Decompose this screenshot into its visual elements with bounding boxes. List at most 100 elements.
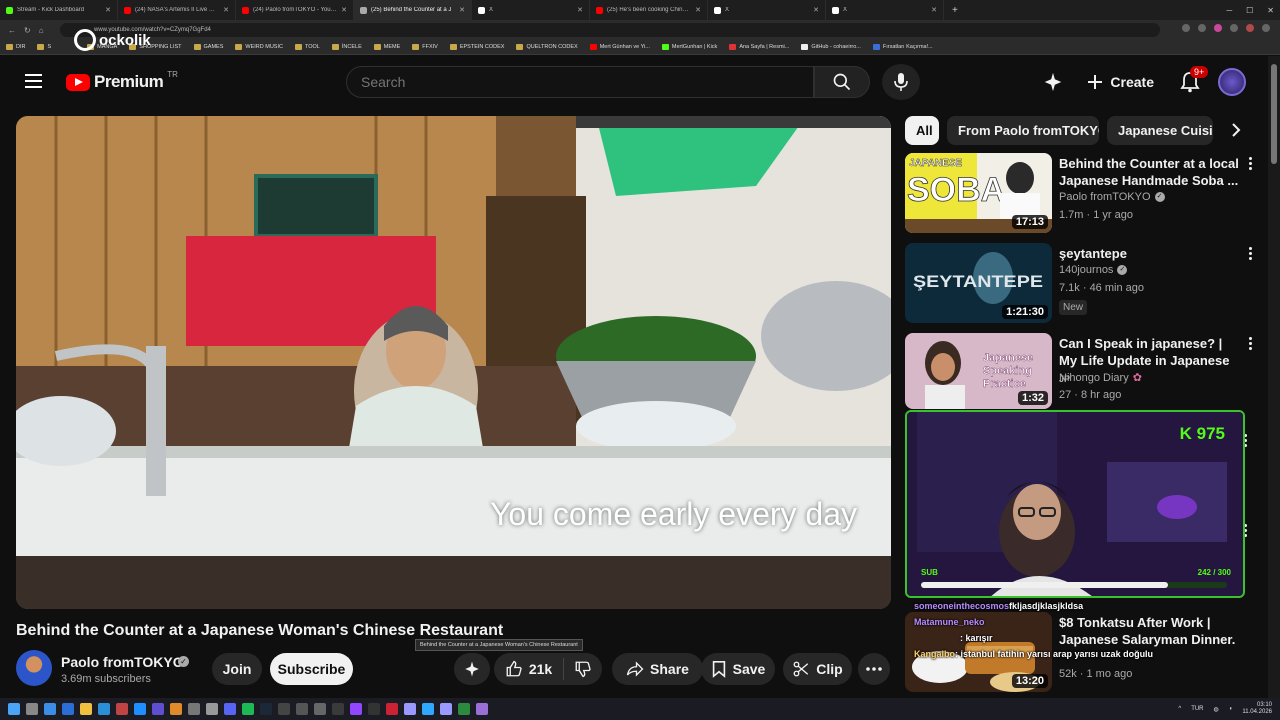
- back-icon[interactable]: ←: [8, 26, 16, 35]
- save-button[interactable]: Save: [701, 653, 775, 685]
- video-thumbnail[interactable]: ŞEYTANTEPE 1:21:30: [905, 243, 1052, 323]
- join-button[interactable]: Join: [212, 653, 262, 685]
- ask-ai-button[interactable]: [454, 653, 490, 685]
- chevron-right-icon[interactable]: [1226, 120, 1246, 140]
- extension-icon[interactable]: [1198, 24, 1206, 32]
- app-icon[interactable]: [188, 703, 200, 715]
- minimize-icon[interactable]: ─: [1226, 6, 1232, 15]
- windows-start-icon[interactable]: [8, 703, 20, 715]
- channel-avatar[interactable]: [16, 650, 52, 686]
- video-thumbnail[interactable]: Japanese Speaking Practice 1:32: [905, 333, 1052, 409]
- channel-line[interactable]: Nihongo Diary ✿: [1059, 371, 1142, 385]
- after-effects-icon[interactable]: [404, 703, 416, 715]
- recommended-video[interactable]: JAPANESE SOBA 17:13 Behind the Counter a…: [905, 153, 1267, 233]
- page-scrollbar[interactable]: [1268, 56, 1280, 698]
- video-player[interactable]: You come early every day: [16, 116, 891, 609]
- close-tab-icon[interactable]: ✕: [341, 6, 347, 14]
- bookmark-item[interactable]: S: [37, 44, 51, 50]
- bookmark-item[interactable]: TOOL: [294, 44, 320, 50]
- recommended-video[interactable]: ŞEYTANTEPE 1:21:30 şeytantepe 140journos…: [905, 243, 1267, 323]
- video-title[interactable]: $8 Tonkatsu After Work | Japanese Salary…: [1059, 614, 1239, 648]
- close-tab-icon[interactable]: ✕: [105, 6, 111, 14]
- like-button[interactable]: 21k: [494, 658, 564, 680]
- video-title[interactable]: şeytantepe: [1059, 245, 1239, 262]
- app-icon[interactable]: [206, 703, 218, 715]
- account-avatar[interactable]: [1218, 68, 1246, 96]
- reload-icon[interactable]: ↻: [24, 26, 31, 35]
- browser-tab[interactable]: (24) Paolo fromTOKYO - YouTube ✕: [236, 0, 354, 20]
- tray-chevron-icon[interactable]: ^: [1178, 706, 1181, 712]
- menu-icon[interactable]: [1262, 24, 1270, 32]
- app-icon[interactable]: [314, 703, 326, 715]
- recommended-video[interactable]: Japanese Speaking Practice 1:32 Can I Sp…: [905, 333, 1267, 409]
- app-icon[interactable]: [152, 703, 164, 715]
- voice-search-button[interactable]: [882, 64, 920, 100]
- bookmark-item[interactable]: EPSTEIN CODEX: [449, 44, 504, 50]
- close-tab-icon[interactable]: ✕: [931, 6, 937, 14]
- network-icon[interactable]: ◍: [1214, 706, 1219, 713]
- close-tab-icon[interactable]: ✕: [695, 6, 701, 14]
- spotify-icon[interactable]: [242, 703, 254, 715]
- chip-all[interactable]: All: [905, 116, 939, 145]
- bookmark-item[interactable]: Fırsatları Kaçırma!...: [872, 44, 933, 50]
- obs-icon[interactable]: [296, 703, 308, 715]
- extension-icon[interactable]: [1230, 24, 1238, 32]
- share-button[interactable]: Share: [612, 653, 703, 685]
- new-tab-button[interactable]: +: [944, 5, 966, 16]
- volume-icon[interactable]: ◖: [1229, 706, 1233, 712]
- search-button[interactable]: [814, 66, 870, 98]
- close-tab-icon[interactable]: ✕: [813, 6, 819, 14]
- bookmark-item[interactable]: WEIRD MUSIC: [235, 44, 283, 50]
- browser-icon[interactable]: [116, 703, 128, 715]
- browser-tab[interactable]: Stream - Kick Dashboard ✕: [0, 0, 118, 20]
- subscribe-button[interactable]: Subscribe: [270, 653, 353, 685]
- menu-icon[interactable]: [25, 74, 42, 88]
- app-icon[interactable]: [170, 703, 182, 715]
- browser-tab[interactable]: (25) He's been cooking Chinese fo ✕: [590, 0, 708, 20]
- chip-from-channel[interactable]: From Paolo fromTOKYO: [947, 116, 1099, 145]
- create-button[interactable]: Create: [1078, 64, 1162, 100]
- browser-tab-active[interactable]: (25) Behind the Counter at a J ✕: [354, 0, 472, 20]
- youtube-premium-logo[interactable]: Premium TR: [66, 70, 178, 92]
- file-explorer-icon[interactable]: [80, 703, 92, 715]
- profile-icon[interactable]: [1246, 24, 1254, 32]
- browser-tab[interactable]: X ✕: [708, 0, 826, 20]
- channel-line[interactable]: Paolo fromTOKYO ✓: [1059, 191, 1165, 203]
- bookmark-item[interactable]: GAMES: [193, 44, 223, 50]
- app-icon[interactable]: [350, 703, 362, 715]
- search-input[interactable]: [346, 66, 814, 98]
- more-vertical-icon[interactable]: [1249, 157, 1253, 170]
- app-icon[interactable]: [134, 703, 146, 715]
- bookmark-item[interactable]: Mert Günhan ve Yi...: [589, 44, 650, 50]
- close-tab-icon[interactable]: ✕: [459, 6, 465, 14]
- clip-button[interactable]: Clip: [783, 653, 852, 685]
- video-thumbnail[interactable]: JAPANESE SOBA 17:13: [905, 153, 1052, 233]
- browser-tab[interactable]: (24) NASA's Artemis II Live Mission✕: [118, 0, 236, 20]
- bookmark-item[interactable]: MertGunhan | Kick: [661, 44, 717, 50]
- clock[interactable]: 03:10 11.04.2026: [1242, 702, 1272, 716]
- more-actions-button[interactable]: [858, 653, 890, 685]
- extension-icon[interactable]: [1214, 24, 1222, 32]
- app-icon[interactable]: [386, 703, 398, 715]
- app-icon[interactable]: [476, 703, 488, 715]
- url-field[interactable]: www.youtube.com/watch?v=CZymq7GgFd4: [60, 23, 1160, 37]
- extension-icon[interactable]: [1182, 24, 1190, 32]
- task-view-icon[interactable]: [44, 703, 56, 715]
- bookmark-item[interactable]: Ana Sayfa | Resmi...: [729, 44, 789, 50]
- video-title[interactable]: Behind the Counter at a local Japanese H…: [1059, 155, 1239, 189]
- close-tab-icon[interactable]: ✕: [577, 6, 583, 14]
- discord-icon[interactable]: [224, 703, 236, 715]
- bookmark-item[interactable]: MEME: [373, 44, 400, 50]
- app-icon[interactable]: [62, 703, 74, 715]
- app-icon[interactable]: [278, 703, 290, 715]
- ai-sparkle-icon[interactable]: [1042, 71, 1064, 93]
- browser-tab[interactable]: X ✕: [826, 0, 944, 20]
- notifications-button[interactable]: 9+: [1176, 66, 1209, 96]
- home-icon[interactable]: ⌂: [39, 26, 44, 35]
- photoshop-icon[interactable]: [422, 703, 434, 715]
- browser-tab[interactable]: X ✕: [472, 0, 590, 20]
- scrollbar-thumb[interactable]: [1271, 64, 1277, 164]
- bookmark-item[interactable]: GitHub - cohaeirro...: [801, 44, 861, 50]
- maximize-icon[interactable]: ☐: [1246, 6, 1253, 15]
- steam-icon[interactable]: [260, 703, 272, 715]
